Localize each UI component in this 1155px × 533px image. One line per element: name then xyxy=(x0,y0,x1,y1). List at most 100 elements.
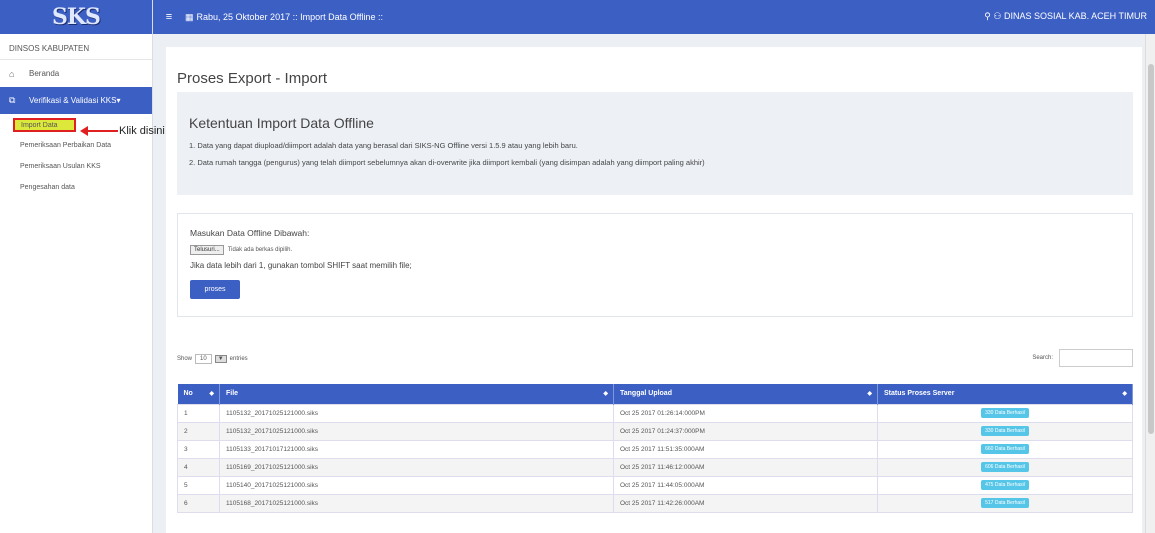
cell-file: 1105140_20171025121000.siks xyxy=(219,475,614,495)
submenu-pengesahan[interactable]: Pengesahan data xyxy=(0,177,152,198)
sort-icon: ◆ xyxy=(867,391,872,397)
cell-status: 660 Data Berhasil xyxy=(877,439,1133,459)
cell-file: 1105132_20171025121000.siks xyxy=(219,421,614,441)
hint-text: Jika data lebih dari 1, gunakan tombol S… xyxy=(190,261,412,270)
status-badge: 475 Data Berhasil xyxy=(981,480,1029,490)
info-line-1: 1. Data yang dapat diupload/diimport ada… xyxy=(189,141,578,150)
col-no[interactable]: No ◆ xyxy=(177,384,220,404)
table-row: 6 1105168_20171025121000.siks Oct 25 201… xyxy=(177,493,1133,513)
info-title: Ketentuan Import Data Offline xyxy=(189,115,374,131)
sort-icon: ◆ xyxy=(209,391,214,397)
scrollbar-thumb[interactable] xyxy=(1148,64,1154,434)
sort-icon: ◆ xyxy=(603,391,608,397)
table-controls: Show 10 ▼ entries Search: xyxy=(177,349,1133,371)
cell-file: 1105132_20171025121000.siks xyxy=(219,403,614,423)
sidebar: SKS DINSOS KABUPATEN ⌂ Beranda ⧉ Verifik… xyxy=(0,0,153,533)
cell-no: 4 xyxy=(177,457,220,477)
file-status: Tidak ada berkas dipilih. xyxy=(227,247,293,253)
cell-no: 1 xyxy=(177,403,220,423)
cell-tanggal: Oct 25 2017 11:51:35:000AM xyxy=(613,439,878,459)
sidebar-item-verifikasi[interactable]: ⧉ Verifikasi & Validasi KKS ▾ xyxy=(0,87,152,114)
date-title: Rabu, 25 Oktober 2017 :: Import Data Off… xyxy=(196,12,383,22)
cell-tanggal: Oct 25 2017 01:24:37:000PM xyxy=(613,421,878,441)
submenu-pemeriksaan-usulan[interactable]: Pemeriksaan Usulan KKS xyxy=(0,156,152,177)
upload-label: Masukan Data Offline Dibawah: xyxy=(190,228,310,238)
col-file[interactable]: File ◆ xyxy=(219,384,614,404)
entries-select[interactable]: 10 xyxy=(195,354,212,364)
sidebar-item-label: Verifikasi & Validasi KKS xyxy=(29,96,117,105)
arrow-left-icon xyxy=(80,126,88,136)
page-scrollbar[interactable] xyxy=(1145,34,1155,533)
search-label: Search: xyxy=(1032,355,1053,361)
cell-file: 1105133_20171017121000.siks xyxy=(219,439,614,459)
col-tanggal[interactable]: Tanggal Upload ◆ xyxy=(613,384,878,404)
submenu-pemeriksaan-perbaikan[interactable]: Pemeriksaan Perbaikan Data xyxy=(0,135,152,156)
cell-file: 1105169_20171025121000.siks xyxy=(219,457,614,477)
upload-table: No ◆ File ◆ Tanggal Upload ◆ Status Proses … xyxy=(177,384,1133,513)
sort-icon: ◆ xyxy=(1122,391,1127,397)
annotation-text: Klik disini xyxy=(119,125,165,137)
annotation: Klik disini xyxy=(80,125,165,137)
cell-status: 517 Data Berhasil xyxy=(877,493,1133,513)
search-input[interactable] xyxy=(1059,349,1133,367)
table-row: 3 1105133_20171017121000.siks Oct 25 201… xyxy=(177,439,1133,459)
cell-file: 1105168_20171025121000.siks xyxy=(219,493,614,513)
cell-status: 330 Data Berhasil xyxy=(877,403,1133,423)
entries-label: entries xyxy=(229,356,248,362)
sidebar-item-beranda[interactable]: ⌂ Beranda xyxy=(0,60,152,87)
sidebar-header: DINSOS KABUPATEN xyxy=(0,34,152,60)
show-label: Show xyxy=(177,356,193,362)
page-title: Proses Export - Import xyxy=(177,70,328,87)
status-badge: 330 Data Berhasil xyxy=(981,408,1029,418)
home-icon: ⌂ xyxy=(9,68,15,79)
cell-no: 2 xyxy=(177,421,220,441)
status-badge: 660 Data Berhasil xyxy=(981,444,1029,454)
status-badge: 606 Data Berhasil xyxy=(981,462,1029,472)
cell-tanggal: Oct 25 2017 11:44:05:000AM xyxy=(613,475,878,495)
cell-no: 6 xyxy=(177,493,220,513)
upload-box: Masukan Data Offline Dibawah: Telusuri..… xyxy=(177,213,1133,317)
submenu-import-data[interactable]: Import Data xyxy=(13,118,76,132)
cell-tanggal: Oct 25 2017 01:26:14:000PM xyxy=(613,403,878,423)
table-row: 1 1105132_20171025121000.siks Oct 25 201… xyxy=(177,403,1133,423)
col-file-label: File xyxy=(226,390,239,398)
user-icon: ⚇ xyxy=(993,11,1002,21)
browse-button[interactable]: Telusuri... xyxy=(190,245,224,255)
search-icon[interactable]: ⚲ xyxy=(984,11,991,21)
col-status[interactable]: Status Proses Server ◆ xyxy=(877,384,1133,404)
sidebar-item-label: Beranda xyxy=(29,69,60,78)
file-input[interactable]: Telusuri... Tidak ada berkas dipilih. xyxy=(190,245,1120,255)
status-badge: 330 Data Berhasil xyxy=(981,426,1029,436)
table-row: 4 1105169_20171025121000.siks Oct 25 201… xyxy=(177,457,1133,477)
proses-button[interactable]: proses xyxy=(190,280,240,299)
main-card: Proses Export - Import Ketentuan Import … xyxy=(166,47,1142,533)
chevron-down-icon[interactable]: ▼ xyxy=(214,355,227,363)
col-status-label: Status Proses Server xyxy=(884,390,955,398)
cell-status: 606 Data Berhasil xyxy=(877,457,1133,477)
status-badge: 517 Data Berhasil xyxy=(981,498,1029,508)
logo[interactable]: SKS xyxy=(0,0,152,34)
cell-status: 475 Data Berhasil xyxy=(877,475,1133,495)
checklist-icon: ⧉ xyxy=(9,95,16,105)
cell-tanggal: Oct 25 2017 11:42:26:000AM xyxy=(613,493,878,513)
col-no-label: No xyxy=(183,390,193,398)
table-header-row: No ◆ File ◆ Tanggal Upload ◆ Status Proses … xyxy=(177,384,1133,404)
caret-down-icon: ▾ xyxy=(116,96,121,105)
user-name[interactable]: DINAS SOSIAL KAB. ACEH TIMUR xyxy=(1004,11,1147,21)
info-line-2: 2. Data rumah tangga (pengurus) yang tel… xyxy=(189,158,705,167)
calendar-icon: ▦ xyxy=(185,11,194,22)
table-row: 5 1105140_20171025121000.siks Oct 25 201… xyxy=(177,475,1133,495)
info-box: Ketentuan Import Data Offline 1. Data ya… xyxy=(177,92,1133,195)
user-area[interactable]: ⚲ ⚇ DINAS SOSIAL KAB. ACEH TIMUR xyxy=(984,11,1147,22)
cell-no: 5 xyxy=(177,475,220,495)
top-navbar: ≡ ▦ Rabu, 25 Oktober 2017 :: Import Data… xyxy=(153,0,1155,34)
show-entries: Show 10 ▼ entries xyxy=(177,354,248,364)
cell-status: 330 Data Berhasil xyxy=(877,421,1133,441)
logo-text: SKS xyxy=(52,4,101,30)
col-tanggal-label: Tanggal Upload xyxy=(620,390,672,398)
table-search: Search: xyxy=(1032,349,1133,367)
hamburger-icon[interactable]: ≡ xyxy=(159,11,179,23)
arrow-line xyxy=(88,130,118,132)
cell-no: 3 xyxy=(177,439,220,459)
table-row: 2 1105132_20171025121000.siks Oct 25 201… xyxy=(177,421,1133,441)
